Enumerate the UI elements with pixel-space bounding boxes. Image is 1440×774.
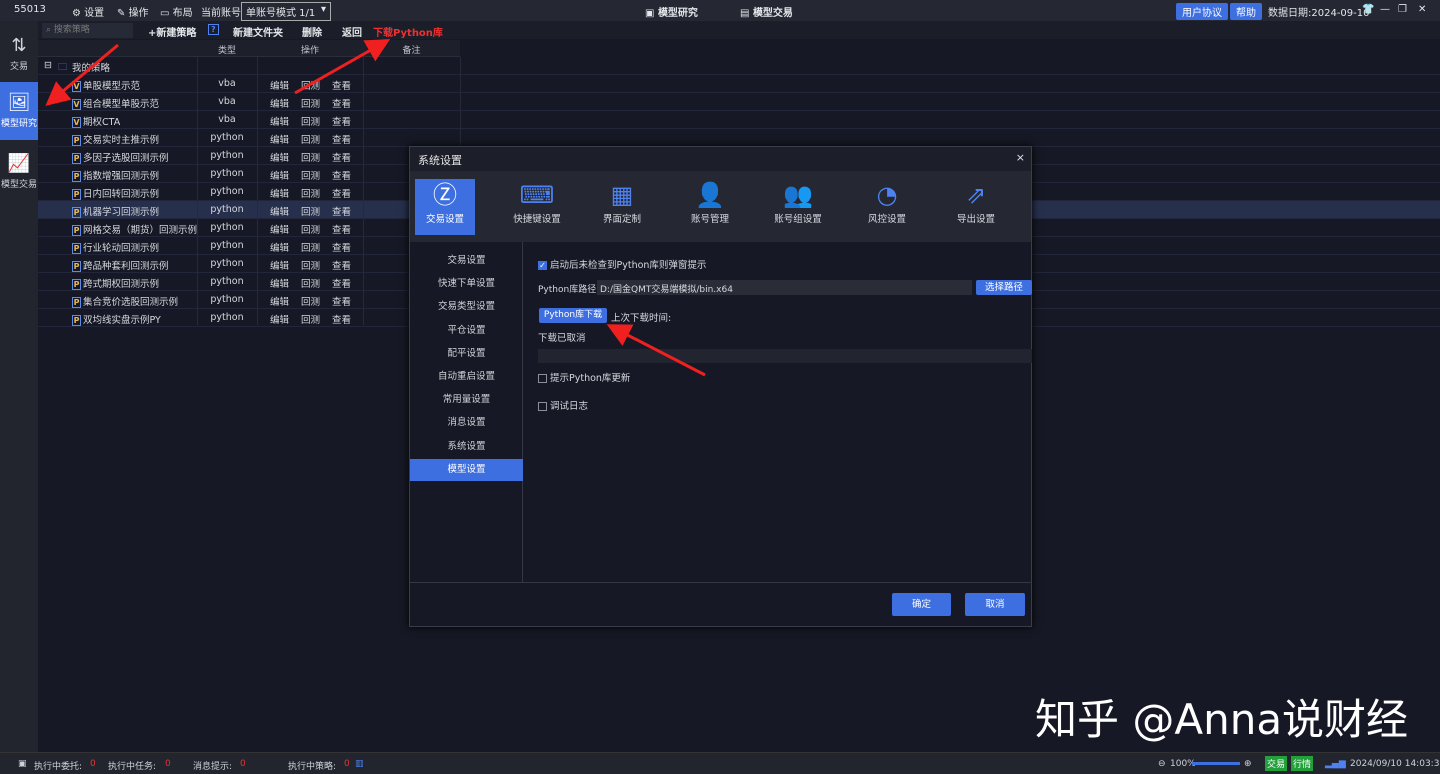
signal-icon: ▂▄▆ (1325, 759, 1346, 769)
quote-status: 行情 (1291, 756, 1313, 771)
task-count: 0 (165, 759, 171, 769)
zoom-slider[interactable] (1192, 762, 1240, 765)
task-label: 执行中任务: (108, 759, 156, 772)
clock: 2024/09/10 14:03:30 (1350, 759, 1440, 769)
entrust-count: 0 (90, 759, 96, 769)
arrow-to-download-button (612, 327, 705, 375)
calc-icon: ▣ (18, 759, 27, 769)
msg-count: 0 (240, 759, 246, 769)
arrow-to-download (295, 42, 385, 93)
strategy-label: 执行中策略: (288, 759, 336, 772)
status-bar: ▣ 执行中委托:0 执行中任务:0 消息提示:0 执行中策略:0 ▥ ⊖ 100… (0, 752, 1440, 774)
zoom-out-icon[interactable]: ⊖ (1158, 759, 1166, 769)
strategy-count: 0 (344, 759, 350, 769)
watermark: 知乎 @Anna说财经 (1035, 686, 1408, 747)
zoom-in-icon[interactable]: ⊕ (1244, 759, 1252, 769)
annotation-arrows (0, 0, 1440, 774)
monitor-icon[interactable]: ▥ (355, 759, 364, 769)
msg-label: 消息提示: (193, 759, 232, 772)
entrust-label: 执行中委托: (34, 759, 82, 772)
arrow-to-sidebar (50, 45, 118, 102)
trade-status: 交易 (1265, 756, 1287, 771)
